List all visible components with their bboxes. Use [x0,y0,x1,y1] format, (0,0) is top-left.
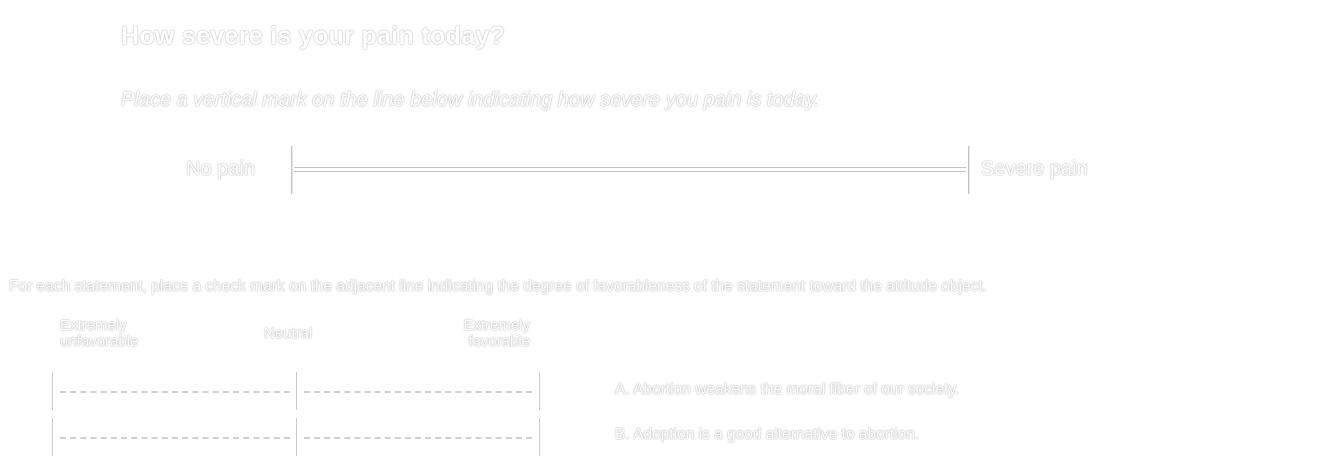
scale-line [294,167,966,172]
rating-line-midpoint [296,418,297,456]
rating-line-right-segment [304,391,532,393]
visual-analog-scale: No pain Severe pain [186,146,1126,194]
rating-line-b[interactable] [52,418,542,456]
extremely-unfavorable-line2: unfavorable [60,333,139,350]
extremely-favorable-label: Extremely favorable [430,318,530,350]
rating-line-right-segment [304,437,532,439]
scale-left-endpoint [291,146,292,194]
pain-question-heading: How severe is your pain today? [121,22,506,50]
rating-line-left-end [52,418,53,456]
rating-line-left-segment [60,391,290,393]
rating-line-right-end [539,418,540,456]
statement-a: A. Abortion weakens the moral fiber of o… [615,381,960,398]
severe-pain-label: Severe pain [981,158,1088,180]
neutral-label: Neutral [264,325,313,342]
scale-right-endpoint [968,146,969,194]
rating-line-left-segment [60,437,290,439]
statement-b: B. Adoption is a good alternative to abo… [615,426,920,443]
rating-line-a[interactable] [52,372,542,410]
extremely-favorable-line1: Extremely [463,317,530,334]
likert-instructions: For each statement, place a check mark o… [9,278,987,295]
rating-line-left-end [52,372,53,410]
no-pain-label: No pain [186,158,255,180]
extremely-favorable-line2: favorable [468,333,530,350]
extremely-unfavorable-label: Extremely unfavorable [60,318,138,350]
pain-rating-line[interactable] [291,146,969,194]
extremely-unfavorable-line1: Extremely [60,317,127,334]
rating-line-right-end [539,372,540,410]
rating-line-midpoint [296,372,297,410]
pain-instruction: Place a vertical mark on the line below … [121,89,820,111]
